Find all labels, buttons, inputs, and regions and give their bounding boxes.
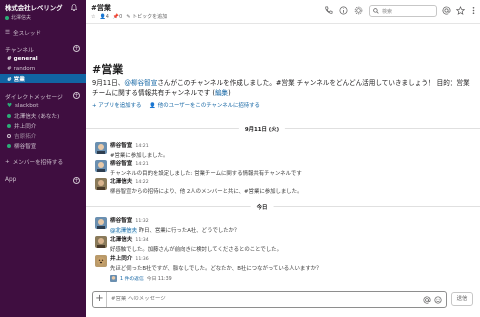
sidebar: 株式会社レベリング 北澤信夫 ☰ 全スレッド チャンネル + # general … — [0, 0, 86, 317]
workspace-name: 株式会社レベリング — [5, 4, 63, 12]
dm-header[interactable]: ダイレクトメッセージ — [5, 92, 63, 101]
sidebar-dm-inoue[interactable]: 井上同介 — [0, 121, 86, 130]
avatar[interactable] — [95, 178, 107, 190]
info-icon[interactable] — [339, 6, 348, 15]
invite-members-link[interactable]: + メンバーを招待する — [5, 158, 63, 166]
add-user-icon: 👤 — [149, 103, 158, 109]
message-author[interactable]: 北澤信夫 — [110, 237, 132, 243]
channel-title[interactable]: #営業 — [91, 3, 111, 13]
heart-icon: ♥ — [7, 102, 13, 109]
online-status-icon — [5, 15, 9, 20]
threads-icon: ☰ — [5, 30, 11, 36]
avatar[interactable] — [95, 142, 107, 154]
message-author[interactable]: 北澤信夫 — [110, 179, 132, 185]
mentions-icon[interactable] — [442, 6, 451, 15]
online-status-icon — [7, 123, 11, 128]
day-divider-label: 今日 — [250, 203, 274, 211]
creator-mention[interactable]: @柳谷智宣 — [124, 79, 157, 87]
day-divider-label: 9月11日 (火) — [238, 125, 286, 133]
message-composer: + — [92, 291, 447, 308]
sidebar-dm-self[interactable]: 北澤信夫 (あなた) — [0, 111, 86, 120]
thread-replies-link[interactable]: 1 件の返信 — [120, 275, 144, 282]
online-status-icon — [7, 113, 11, 118]
star-icon[interactable] — [456, 6, 465, 15]
message-author[interactable]: 柳谷智宣 — [110, 161, 132, 167]
channel-header: #営業 ☆ 👤4 📌0 ✎ トピックを追加 検索 — [86, 0, 480, 24]
message-time[interactable]: 11:34 — [135, 238, 148, 243]
message-time[interactable]: 14:21 — [135, 144, 148, 149]
sidebar-item-eigyo[interactable]: # 営業 — [0, 74, 86, 83]
online-status-icon — [7, 143, 11, 148]
avatar — [110, 275, 117, 282]
offline-status-icon — [7, 133, 11, 138]
intro-title: #営業 — [92, 63, 124, 76]
plus-icon: + — [5, 159, 10, 165]
message-author[interactable]: 柳谷智宣 — [110, 143, 132, 149]
message-text: チャンネルの目的を設定しました: 営業チームに関する情報共有チャンネルです — [110, 171, 302, 177]
message-time[interactable]: 11:32 — [135, 219, 148, 224]
intro-text: 9月11日、@柳谷智宣さんがこのチャンネルを作成しました。#営業 チャンネルをど… — [92, 79, 470, 97]
bell-icon[interactable] — [71, 4, 77, 11]
add-dm-icon[interactable]: + — [73, 92, 80, 99]
sidebar-item-random[interactable]: # random — [0, 64, 86, 73]
members-count[interactable]: 👤4 — [99, 14, 108, 20]
sidebar-dm-yanagiya[interactable]: 柳谷智宣 — [0, 141, 86, 150]
thread-time: 今日 11:39 — [146, 277, 172, 282]
avatar[interactable] — [95, 236, 107, 248]
avatar[interactable] — [95, 217, 107, 229]
add-topic-link[interactable]: ✎ トピックを追加 — [126, 13, 167, 20]
search-icon — [373, 8, 379, 14]
attach-button[interactable]: + — [93, 292, 107, 307]
message-text: 柳谷智宣からの招待により、他 2人のメンバーと共に、#営業に参加しました。 — [110, 189, 303, 195]
message-author[interactable]: 井上同介 — [110, 256, 132, 262]
message-time[interactable]: 14:22 — [135, 180, 148, 185]
pins-count[interactable]: 📌0 — [113, 14, 122, 20]
more-icon[interactable] — [469, 6, 478, 15]
message-time[interactable]: 14:21 — [135, 162, 148, 167]
message-input[interactable] — [111, 296, 411, 302]
mention-icon[interactable] — [423, 296, 431, 304]
invite-others-link[interactable]: 👤 他のユーザーをこのチャンネルに招待する — [149, 101, 260, 109]
emoji-icon[interactable] — [434, 296, 442, 304]
phone-icon[interactable] — [324, 6, 333, 15]
divider — [86, 206, 480, 207]
add-app-icon[interactable]: + — [73, 177, 80, 184]
message-text: 昨日、営業に行ったA社、どうでしたか？ — [138, 228, 240, 234]
sidebar-dm-yoshihara[interactable]: 吉原拓介 — [0, 131, 86, 140]
send-button[interactable]: 送信 — [451, 292, 473, 306]
edit-purpose-link[interactable]: 編集 — [215, 89, 228, 97]
message-text: 好感触でした。加藤さんが前向きに検討してくださるとのことでした。 — [110, 247, 282, 253]
add-app-link[interactable]: + アプリを追加する — [92, 101, 141, 109]
current-user-name: 北澤信夫 — [11, 15, 32, 21]
message-author[interactable]: 柳谷智宣 — [110, 218, 132, 224]
add-channel-icon[interactable]: + — [73, 45, 80, 52]
avatar[interactable] — [95, 160, 107, 172]
message-text: 先ほど伺ったB社ですが、脈なしでした。どなたか、B社につながっている人いますか？ — [110, 266, 322, 272]
avatar[interactable] — [95, 255, 107, 267]
apps-header[interactable]: App — [5, 177, 16, 183]
channels-header[interactable]: チャンネル — [5, 45, 34, 54]
star-icon[interactable]: ☆ — [91, 14, 95, 20]
user-mention[interactable]: @北澤信夫 — [110, 228, 137, 234]
workspace-menu[interactable]: 株式会社レベリング 北澤信夫 — [5, 3, 81, 21]
thread-summary[interactable]: 1 件の返信 今日 11:39 — [110, 275, 460, 282]
search-input[interactable]: 検索 — [369, 5, 437, 17]
sidebar-threads[interactable]: ☰ 全スレッド — [5, 29, 41, 37]
message-time[interactable]: 11:36 — [135, 257, 148, 262]
gear-icon[interactable] — [354, 6, 363, 15]
sidebar-dm-slackbot[interactable]: ♥ slackbot — [0, 101, 86, 110]
message-text: #営業に参加しました。 — [110, 153, 169, 159]
sidebar-item-general[interactable]: # general — [0, 54, 86, 63]
